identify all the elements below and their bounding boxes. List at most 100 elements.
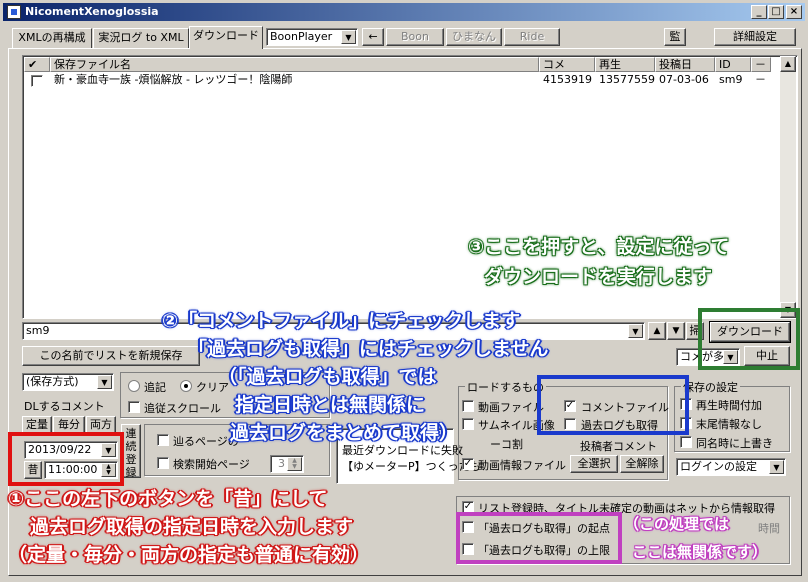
app-icon bbox=[7, 5, 21, 19]
note-line1: （この処理では bbox=[624, 515, 730, 533]
himanan-button[interactable]: ひまなん bbox=[446, 28, 502, 46]
past-log-start-checkbox[interactable] bbox=[462, 521, 474, 533]
date-value: 2013/09/22 bbox=[28, 443, 92, 456]
continuous-register-button[interactable]: 連続登録 bbox=[121, 424, 141, 478]
save-new-list-button[interactable]: この名前でリストを新規保存 bbox=[22, 346, 200, 366]
time-suffix-label: 時間 bbox=[758, 522, 780, 535]
add-play-time-checkbox[interactable] bbox=[680, 398, 692, 410]
time-spinner[interactable]: 11:00:00 ▲ ▼ bbox=[44, 461, 118, 479]
row-comments: 4153919 bbox=[543, 73, 592, 86]
video-info-label: 動画情報ファイル bbox=[478, 459, 566, 472]
back-arrow-button[interactable]: ← bbox=[362, 28, 384, 46]
stop-button[interactable]: 中止 bbox=[744, 346, 790, 366]
step3-line1: ③ここを押すと、設定に従って bbox=[468, 236, 730, 258]
video-file-label: 動画ファイル bbox=[478, 401, 544, 414]
append-label: 追記 bbox=[144, 381, 166, 394]
col-filename[interactable]: 保存ファイル名 bbox=[50, 57, 539, 72]
row-filename[interactable]: 新・豪血寺一族 -煩悩解放 - レッツゴー！陰陽師 bbox=[52, 73, 292, 88]
follow-scroll-label: 追従スクロール bbox=[144, 402, 221, 415]
move-down-button[interactable]: ▼ bbox=[667, 322, 685, 340]
both-button[interactable]: 両方 bbox=[86, 416, 116, 434]
row-checkbox[interactable] bbox=[31, 75, 43, 87]
settings-button[interactable]: 詳細設定 bbox=[714, 28, 796, 46]
deselect-all-button[interactable]: 全解除 bbox=[620, 455, 664, 473]
row-dash: － bbox=[755, 73, 766, 86]
no-trailing-info-label: 末尾情報なし bbox=[696, 418, 762, 431]
login-settings-select[interactable]: ログインの設定 ▼ bbox=[676, 458, 786, 476]
poster-comment-label: 投稿者コメント bbox=[580, 440, 657, 453]
minimize-button[interactable]: _ bbox=[751, 5, 767, 19]
follow-pages-checkbox[interactable] bbox=[157, 434, 169, 446]
col-dash[interactable]: － bbox=[751, 57, 771, 72]
list-scrollbar[interactable]: ▲ ▼ bbox=[780, 56, 796, 318]
player-select-value: BoonPlayer bbox=[270, 30, 333, 43]
maximize-button[interactable]: □ bbox=[768, 5, 784, 19]
select-all-button[interactable]: 全選択 bbox=[570, 455, 618, 473]
col-views[interactable]: 再生 bbox=[595, 57, 655, 72]
chevron-down-icon: ▼ bbox=[723, 350, 738, 364]
clean-button[interactable]: 掃 bbox=[686, 322, 704, 340]
sort-select[interactable]: コメが多い ▼ bbox=[676, 348, 740, 366]
scroll-down-icon[interactable]: ▼ bbox=[780, 302, 796, 318]
thumbnail-checkbox[interactable] bbox=[462, 418, 474, 430]
close-button[interactable]: × bbox=[786, 5, 802, 19]
video-info-checkbox[interactable]: ✓ bbox=[462, 458, 474, 470]
title-bar[interactable]: NicomentXenoglossia _ □ × bbox=[3, 3, 805, 21]
no-trailing-info-checkbox[interactable] bbox=[680, 417, 692, 429]
past-log-start-label: 「過去ログも取得」の起点 bbox=[478, 522, 610, 535]
thumbnail-label: サムネイル画像 bbox=[478, 419, 555, 432]
player-select[interactable]: BoonPlayer ▼ bbox=[266, 28, 358, 46]
past-log-checkbox[interactable] bbox=[564, 418, 576, 430]
comment-file-checkbox[interactable]: ✓ bbox=[564, 400, 576, 412]
chevron-down-icon: ▼ bbox=[97, 375, 112, 389]
ride-button[interactable]: Ride bbox=[504, 28, 560, 46]
past-log-limit-checkbox[interactable] bbox=[462, 543, 474, 555]
col-date[interactable]: 投稿日 bbox=[655, 57, 715, 72]
app-window: NicomentXenoglossia _ □ × XMLの再構成 実況ログ t… bbox=[0, 0, 808, 582]
save-settings-title: 保存の設定 bbox=[681, 379, 740, 395]
video-file-checkbox[interactable] bbox=[462, 400, 474, 412]
append-radio[interactable] bbox=[128, 380, 140, 392]
clear-radio[interactable] bbox=[180, 380, 192, 392]
step2-line4: 指定日時とは無関係に bbox=[235, 394, 426, 416]
mukashi-button[interactable]: 昔 bbox=[24, 461, 42, 479]
chevron-down-icon: ▼ bbox=[341, 30, 356, 44]
tab-download[interactable]: ダウンロード bbox=[189, 26, 263, 49]
start-page-spinner[interactable]: 3 ▲ ▼ bbox=[270, 455, 304, 473]
boon-button[interactable]: Boon bbox=[386, 28, 444, 46]
login-settings-value: ログインの設定 bbox=[680, 460, 757, 473]
spinner-icon: ▲ ▼ bbox=[287, 457, 302, 471]
row-date: 07-03-06 bbox=[659, 73, 709, 86]
col-check[interactable]: ✔ bbox=[24, 57, 50, 72]
follow-pages-label: 辿るページの bbox=[173, 435, 239, 448]
move-up-button[interactable]: ▲ bbox=[648, 322, 666, 340]
step2-line2: 「過去ログも取得」にはチェックしません bbox=[188, 338, 549, 360]
step2-line5: 過去ログをまとめて取得） bbox=[230, 422, 459, 444]
follow-scroll-checkbox[interactable] bbox=[128, 401, 140, 413]
kan-button[interactable]: 監 bbox=[664, 28, 686, 46]
col-id[interactable]: ID bbox=[715, 57, 751, 72]
dl-comment-label: DLするコメント bbox=[24, 400, 105, 413]
fixed-amount-button[interactable]: 定量 bbox=[22, 416, 52, 434]
list-fetch-checkbox[interactable]: ✓ bbox=[462, 501, 474, 513]
save-method-select[interactable]: (保存方式) ▼ bbox=[22, 373, 114, 391]
col-comments[interactable]: コメ bbox=[539, 57, 595, 72]
step2-line3: （「過去ログも取得」では bbox=[218, 366, 437, 388]
save-method-value: (保存方式) bbox=[26, 375, 79, 388]
tab-jikkyo-log[interactable]: 実況ログ to XML bbox=[93, 28, 189, 48]
scroll-up-icon[interactable]: ▲ bbox=[780, 56, 796, 72]
date-picker[interactable]: 2013/09/22 ▼ bbox=[24, 441, 118, 459]
spinner-icon: ▲ ▼ bbox=[101, 463, 116, 477]
add-play-time-label: 再生時間付加 bbox=[696, 399, 762, 412]
chevron-down-icon: ▼ bbox=[769, 460, 784, 474]
overwrite-checkbox[interactable] bbox=[680, 436, 692, 448]
download-button[interactable]: ダウンロード bbox=[709, 321, 791, 343]
per-minute-button[interactable]: 毎分 bbox=[53, 416, 85, 434]
search-start-page-checkbox[interactable] bbox=[157, 457, 169, 469]
search-start-page-label: 検索開始ページ bbox=[173, 458, 250, 471]
download-targets-title: ロードするもの bbox=[465, 379, 546, 395]
tab-xml-rebuild[interactable]: XMLの再構成 bbox=[12, 28, 92, 48]
step1-line1: ①ここの左下のボタンを「昔」にして bbox=[8, 488, 328, 510]
step2-line1: ②「コメントファイル」にチェックします bbox=[162, 310, 521, 332]
step1-line3: （定量・毎分・両方の指定も普通に有効） bbox=[8, 544, 370, 566]
